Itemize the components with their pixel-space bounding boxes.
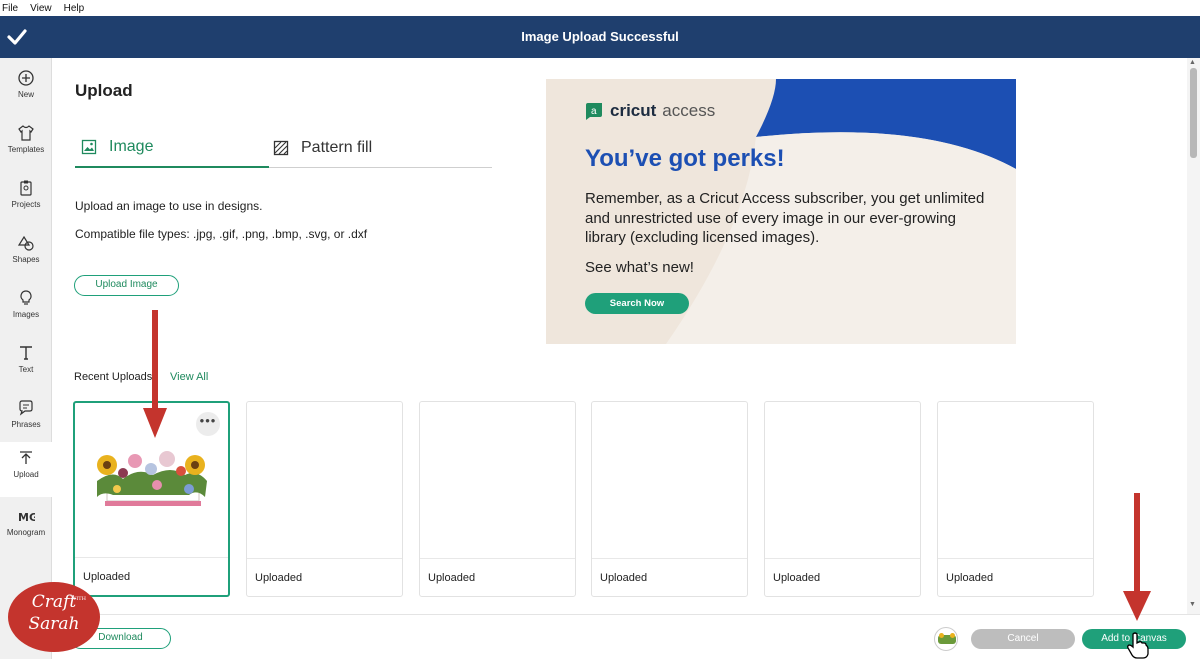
monogram-icon: MG	[18, 511, 35, 524]
sidebar: New Templates Projects Shapes Images Tex…	[0, 58, 52, 659]
speech-bubble-icon	[19, 400, 33, 416]
sidebar-item-projects[interactable]: Projects	[0, 172, 52, 227]
upload-card-label: Uploaded	[592, 558, 747, 596]
upload-card-label: Uploaded	[765, 558, 920, 596]
tutorial-arrow-down-icon	[1123, 493, 1151, 621]
upload-card[interactable]: Uploaded	[419, 401, 576, 597]
upload-description: Upload an image to use in designs.	[75, 199, 263, 213]
upload-card[interactable]: Uploaded	[246, 401, 403, 597]
scroll-down-icon[interactable]: ▼	[1189, 601, 1196, 608]
sidebar-item-new[interactable]: New	[0, 62, 52, 117]
plus-circle-icon	[18, 70, 34, 86]
logo-text-craft: Craft	[31, 592, 77, 612]
sidebar-item-templates[interactable]: Templates	[0, 117, 52, 172]
logo-text-with: WITH	[71, 596, 86, 602]
cricut-logo-icon: a	[586, 103, 602, 120]
shapes-icon	[17, 235, 34, 251]
sidebar-item-label: Images	[12, 310, 40, 319]
upload-panel: Upload Image Pattern fill Upload an imag…	[52, 58, 1187, 614]
cancel-button[interactable]: Cancel	[971, 629, 1075, 649]
sidebar-item-shapes[interactable]: Shapes	[0, 227, 52, 282]
shirt-icon	[18, 125, 34, 141]
scroll-thumb[interactable]	[1190, 68, 1197, 158]
sidebar-item-text[interactable]: Text	[0, 337, 52, 392]
brand-name: cricut	[610, 101, 657, 120]
cricut-access-promo: a cricut access You’ve got perks! Rememb…	[546, 79, 1016, 344]
craft-with-sarah-logo: Craft WITH Sarah	[8, 582, 100, 652]
upload-card-label: Uploaded	[75, 557, 228, 595]
promo-see-new: See what’s new!	[585, 259, 694, 276]
upload-card[interactable]: Uploaded	[764, 401, 921, 597]
sidebar-item-label: Text	[18, 365, 34, 374]
tab-pattern-fill[interactable]: Pattern fill	[273, 128, 492, 168]
page-title: Upload	[75, 81, 133, 100]
upload-image-button[interactable]: Upload Image	[74, 275, 179, 296]
upload-card[interactable]: Uploaded	[937, 401, 1094, 597]
recent-uploads-label: Recent Uploads	[74, 371, 153, 383]
file-types-text: Compatible file types: .jpg, .gif, .png,…	[75, 227, 368, 241]
sidebar-item-label: Templates	[7, 145, 45, 154]
tutorial-arrow-down-icon	[143, 310, 167, 438]
sidebar-item-label: Phrases	[11, 420, 41, 429]
image-icon	[81, 139, 97, 155]
promo-body: Remember, as a Cricut Access subscriber,…	[585, 190, 985, 246]
vertical-scrollbar[interactable]: ▲ ▼	[1187, 58, 1200, 614]
ellipsis-icon[interactable]: •••	[196, 412, 220, 436]
scroll-up-icon[interactable]: ▲	[1189, 59, 1196, 66]
lightbulb-icon	[20, 290, 32, 305]
logo-text-sarah: Sarah	[28, 614, 80, 634]
clipboard-icon	[20, 180, 32, 196]
sidebar-item-monogram[interactable]: MG Monogram	[0, 500, 52, 555]
promo-headline: You’ve got perks!	[585, 145, 785, 172]
search-now-button[interactable]: Search Now	[585, 293, 689, 314]
text-icon	[20, 346, 32, 360]
sidebar-item-label: Upload	[13, 470, 39, 479]
upload-card[interactable]: Uploaded	[591, 401, 748, 597]
header-bar: Image Upload Successful	[0, 16, 1200, 58]
menu-view[interactable]: View	[30, 3, 52, 14]
view-all-link[interactable]: View All	[170, 371, 208, 383]
hand-cursor-icon	[1127, 632, 1149, 659]
sidebar-item-label: Projects	[11, 200, 41, 209]
menu-file[interactable]: File	[2, 3, 18, 14]
tab-label: Image	[109, 138, 154, 155]
svg-text:MG: MG	[18, 511, 35, 524]
upload-tabs: Image Pattern fill	[75, 128, 492, 168]
uploaded-image-thumbnail	[97, 451, 207, 506]
sidebar-item-label: Shapes	[12, 255, 40, 264]
sidebar-item-upload[interactable]: Upload	[0, 442, 52, 497]
cricut-access-logo: a cricut access	[584, 101, 715, 121]
menu-help[interactable]: Help	[64, 3, 85, 14]
upload-card-label: Uploaded	[420, 558, 575, 596]
sidebar-item-images[interactable]: Images	[0, 282, 52, 337]
sidebar-item-phrases[interactable]: Phrases	[0, 392, 52, 447]
tab-image[interactable]: Image	[75, 128, 269, 168]
bottom-action-bar: Download Cancel Add to Canvas	[52, 614, 1200, 659]
pattern-icon	[273, 140, 289, 156]
tab-label: Pattern fill	[301, 139, 373, 156]
upload-card-label: Uploaded	[247, 558, 402, 596]
menu-bar: File View Help	[0, 0, 1200, 16]
sidebar-item-label: Monogram	[6, 528, 46, 537]
selected-image-preview	[934, 627, 958, 651]
brand-suffix: access	[662, 101, 716, 120]
header-title: Image Upload Successful	[521, 29, 679, 44]
svg-text:a: a	[591, 106, 597, 117]
sidebar-item-label: New	[17, 90, 34, 99]
upload-icon	[20, 451, 32, 464]
upload-card-label: Uploaded	[938, 558, 1093, 596]
